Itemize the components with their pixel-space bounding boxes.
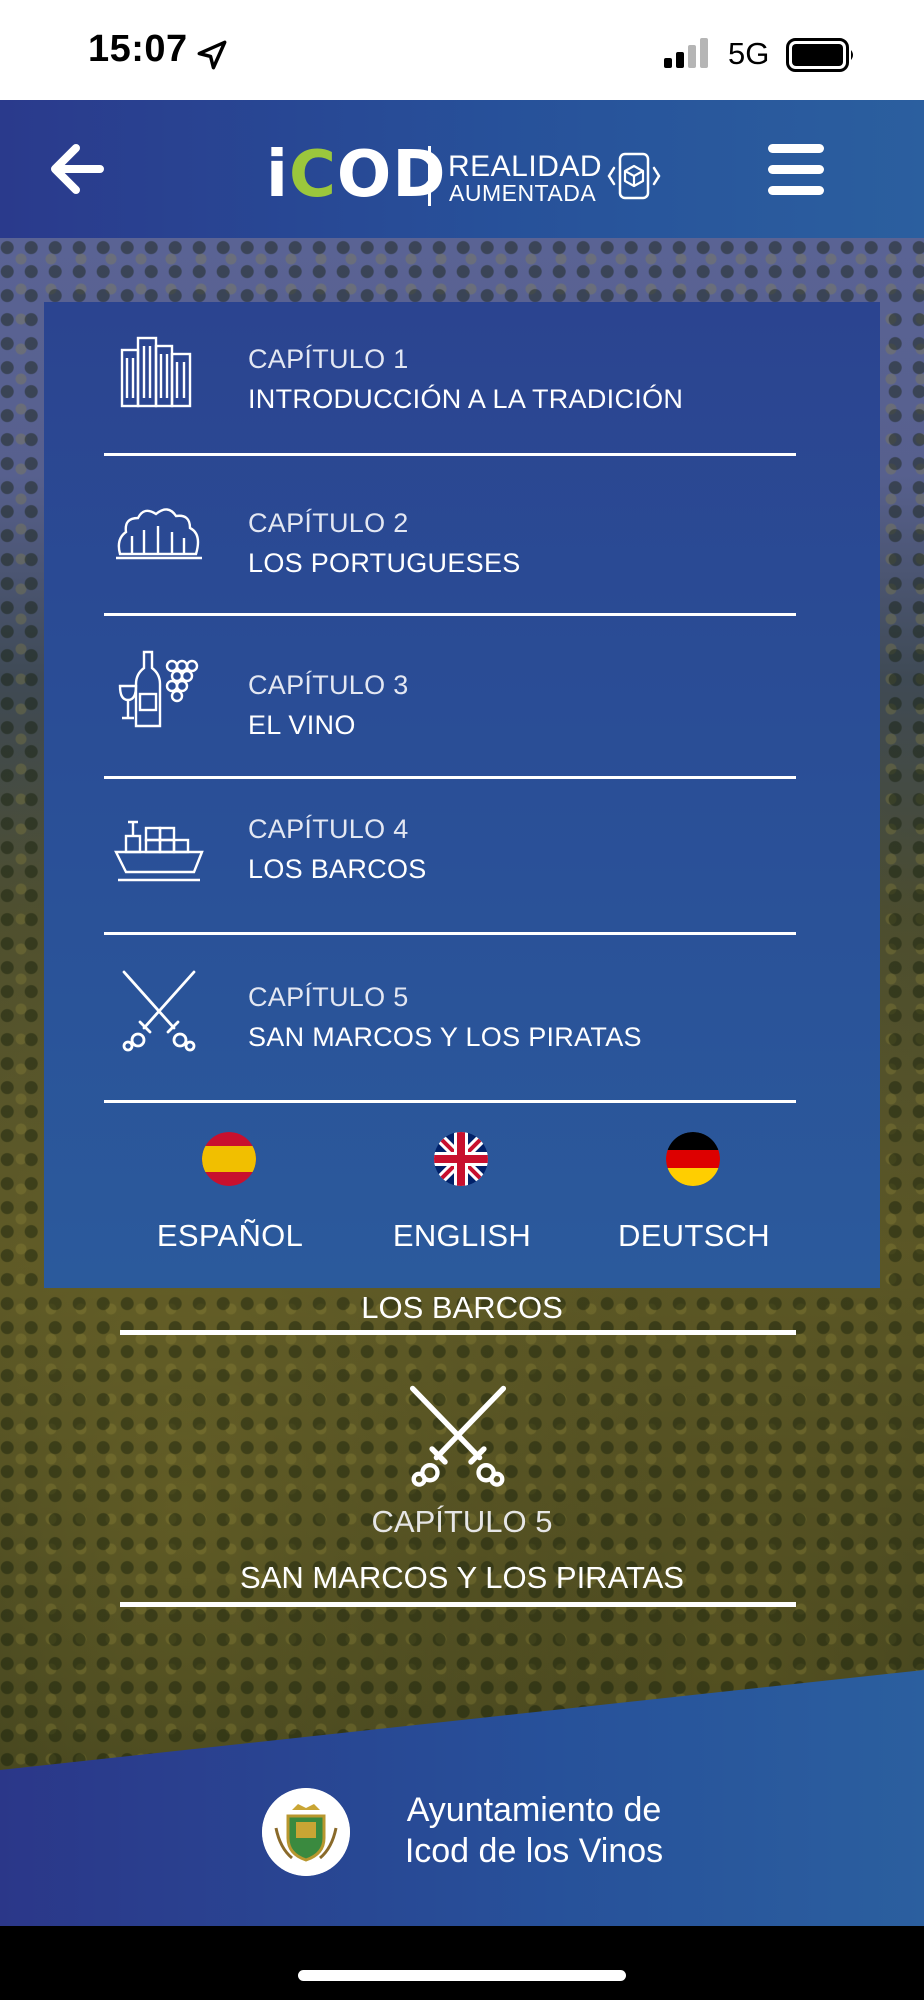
brand-logo: iCOD REALIDAD AUMENTADA xyxy=(266,132,666,212)
crossed-swords-icon xyxy=(122,970,196,1052)
menu-chapter-3[interactable]: CAPÍTULO 3 EL VINO xyxy=(44,622,880,782)
augmented-reality-icon xyxy=(607,152,661,200)
bg-chapter-5-label: CAPÍTULO 5 xyxy=(371,1504,553,1539)
menu-chapter-1[interactable]: CAPÍTULO 1 INTRODUCCIÓN A LA TRADICIÓN xyxy=(44,302,880,462)
brand-line-1: REALIDAD xyxy=(448,150,603,183)
status-bar: 15:07 5G xyxy=(0,0,924,100)
chapter-5-label: CAPÍTULO 5 xyxy=(248,982,409,1012)
brand-divider xyxy=(428,146,431,206)
footer-town-name: Ayuntamiento de Icod de los Vinos xyxy=(404,1791,664,1870)
menu-divider xyxy=(104,776,796,779)
bg-chapter-5-title[interactable]: SAN MARCOS Y LOS PIRATAS xyxy=(0,1560,924,1596)
language-label: DEUTSCH xyxy=(618,1218,770,1253)
buildings-icon xyxy=(120,336,192,408)
ship-icon xyxy=(114,820,204,882)
chapter-2-title: LOS PORTUGUESES xyxy=(248,548,521,578)
language-espanol[interactable]: ESPAÑOL xyxy=(130,1132,330,1262)
menu-divider xyxy=(104,613,796,616)
hamburger-menu-icon[interactable] xyxy=(766,140,826,200)
app-header: iCOD REALIDAD AUMENTADA xyxy=(0,100,924,238)
location-arrow-icon xyxy=(197,40,227,70)
bg-divider xyxy=(120,1602,796,1607)
menu-chapter-2[interactable]: CAPÍTULO 2 LOS PORTUGUESES xyxy=(44,462,880,622)
status-time: 15:07 xyxy=(88,28,188,70)
crossed-swords-icon[interactable] xyxy=(404,1382,512,1490)
home-bar-area xyxy=(0,1926,924,2000)
chapter-3-label: CAPÍTULO 3 xyxy=(248,670,409,700)
menu-divider xyxy=(104,453,796,456)
chapter-1-title: INTRODUCCIÓN A LA TRADICIÓN xyxy=(248,384,684,414)
chapter-4-title: LOS BARCOS xyxy=(248,854,427,884)
menu-chapter-5[interactable]: CAPÍTULO 5 SAN MARCOS Y LOS PIRATAS xyxy=(44,942,880,1102)
bg-chapter-4-title[interactable]: LOS BARCOS xyxy=(0,1290,924,1326)
network-type: 5G xyxy=(728,36,770,71)
icod-logo: iCOD xyxy=(266,138,447,212)
spain-flag-icon xyxy=(202,1132,256,1186)
town-coat-of-arms-icon xyxy=(262,1788,350,1876)
uk-flag-icon xyxy=(434,1132,488,1186)
language-label: ESPAÑOL xyxy=(156,1218,304,1253)
bg-divider xyxy=(120,1330,796,1335)
chapter-4-label: CAPÍTULO 4 xyxy=(248,814,409,844)
chapter-5-title: SAN MARCOS Y LOS PIRATAS xyxy=(248,1022,642,1052)
menu-divider xyxy=(104,932,796,935)
language-english[interactable]: ENGLISH xyxy=(362,1132,562,1262)
trees-icon xyxy=(116,508,202,560)
battery-icon xyxy=(786,38,853,72)
menu-chapter-4[interactable]: CAPÍTULO 4 LOS BARCOS xyxy=(44,782,880,942)
language-label: ENGLISH xyxy=(392,1218,532,1253)
chapter-2-label: CAPÍTULO 2 xyxy=(248,508,409,538)
language-deutsch[interactable]: DEUTSCH xyxy=(594,1132,794,1262)
chapter-menu-overlay: CAPÍTULO 1 INTRODUCCIÓN A LA TRADICIÓN C… xyxy=(44,302,880,1288)
chapter-1-label: CAPÍTULO 1 xyxy=(248,344,409,374)
germany-flag-icon xyxy=(666,1132,720,1186)
cellular-signal-icon xyxy=(664,38,708,68)
home-indicator[interactable] xyxy=(298,1970,626,1981)
menu-divider xyxy=(104,1100,796,1103)
brand-line-2: AUMENTADA xyxy=(449,180,597,206)
wine-icon xyxy=(118,650,199,728)
chapter-3-title: EL VINO xyxy=(248,710,356,740)
back-arrow-icon[interactable] xyxy=(44,136,110,202)
